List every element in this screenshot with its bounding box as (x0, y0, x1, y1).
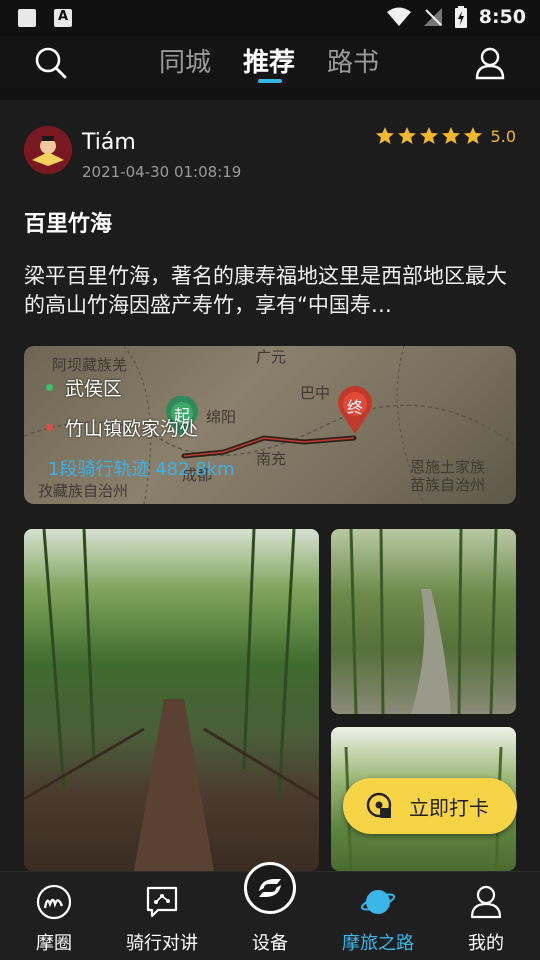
moto-circle-icon (36, 884, 72, 920)
bamboo-path-photo (349, 529, 498, 714)
search-icon[interactable] (34, 46, 68, 80)
wifi-icon (386, 7, 411, 26)
tab-recommended[interactable]: 推荐 (243, 42, 295, 79)
device-logo-icon (259, 879, 281, 897)
user-icon (470, 885, 502, 919)
star-icon (375, 127, 394, 144)
post-photo[interactable] (24, 529, 319, 871)
star-icon (419, 127, 438, 144)
post-timestamp: 2021-04-30 01:08:19 (82, 163, 242, 181)
tab-same-city[interactable]: 同城 (159, 42, 211, 79)
nav-item-ride-intercom[interactable]: 骑行对讲 (108, 872, 216, 960)
route-end: 竹山镇欧家沟处 (65, 418, 199, 440)
star-icon (463, 127, 482, 144)
nav-label: 摩旅之路 (342, 933, 414, 954)
checkin-button[interactable]: 立即打卡 (343, 778, 517, 834)
map-label: 广元 (256, 348, 287, 366)
checkin-location-icon (366, 792, 392, 818)
map-label: 南充 (256, 450, 287, 468)
post-body[interactable]: 梁平百里竹海，著名的康寿福地这里是西部地区最大的高山竹海因盛产寿竹，享有“中国寿… (24, 262, 514, 320)
nav-label: 骑行对讲 (126, 933, 198, 954)
intercom-icon (146, 886, 178, 918)
map-label: 孜藏族自治州 (38, 482, 129, 500)
device-center-button[interactable] (244, 862, 296, 914)
avatar[interactable] (24, 126, 72, 174)
nav-item-moto-circle[interactable]: 摩圈 (0, 872, 108, 960)
star-icon (441, 127, 460, 144)
map-label: 巴中 (300, 384, 331, 402)
end-dot (46, 424, 53, 431)
route-end-row: 竹山镇欧家沟处 (46, 414, 198, 441)
section-divider (0, 88, 540, 100)
star-icon (397, 127, 416, 144)
bamboo-walkway-photo (24, 529, 319, 871)
battery-charging-icon (454, 6, 467, 28)
checkin-label: 立即打卡 (409, 795, 489, 820)
route-map-card[interactable]: 阿坝藏族羌 广元 巴中 绵阳 南充 成都 恩施土家族 苗族自治州 孜藏族自治州 … (24, 346, 516, 504)
route-start-row: 武侯区 (46, 374, 122, 401)
map-label: 苗族自治州 (410, 476, 486, 494)
post-title[interactable]: 百里竹海 (24, 206, 112, 238)
nav-label: 设备 (252, 933, 288, 954)
nav-label: 摩圈 (36, 933, 72, 954)
no-signal-icon (423, 8, 442, 26)
start-dot (46, 384, 53, 391)
planet-icon (360, 890, 396, 914)
image-notification-icon (18, 9, 36, 27)
app-notification-icon (54, 9, 72, 27)
route-track-summary: 1段骑行轨迹 482.8km (48, 459, 235, 480)
profile-icon[interactable] (474, 46, 506, 80)
active-tab-indicator (258, 79, 282, 83)
nav-item-mine[interactable]: 我的 (432, 872, 540, 960)
tab-roadbook[interactable]: 路书 (327, 42, 379, 79)
nav-label: 我的 (468, 933, 504, 954)
status-time: 8:50 (478, 6, 526, 28)
map-label: 绵阳 (206, 408, 237, 426)
post-author[interactable]: Tiám (82, 130, 136, 155)
end-marker-label: 终 (347, 398, 364, 417)
rating: 5.0 (375, 126, 516, 146)
route-start: 武侯区 (65, 378, 123, 400)
post-photo[interactable] (331, 529, 516, 714)
status-bar: 8:50 (0, 0, 540, 36)
map-label: 阿坝藏族羌 (52, 356, 128, 374)
nav-item-moto-travel[interactable]: 摩旅之路 (324, 872, 432, 960)
rating-score: 5.0 (490, 126, 516, 146)
